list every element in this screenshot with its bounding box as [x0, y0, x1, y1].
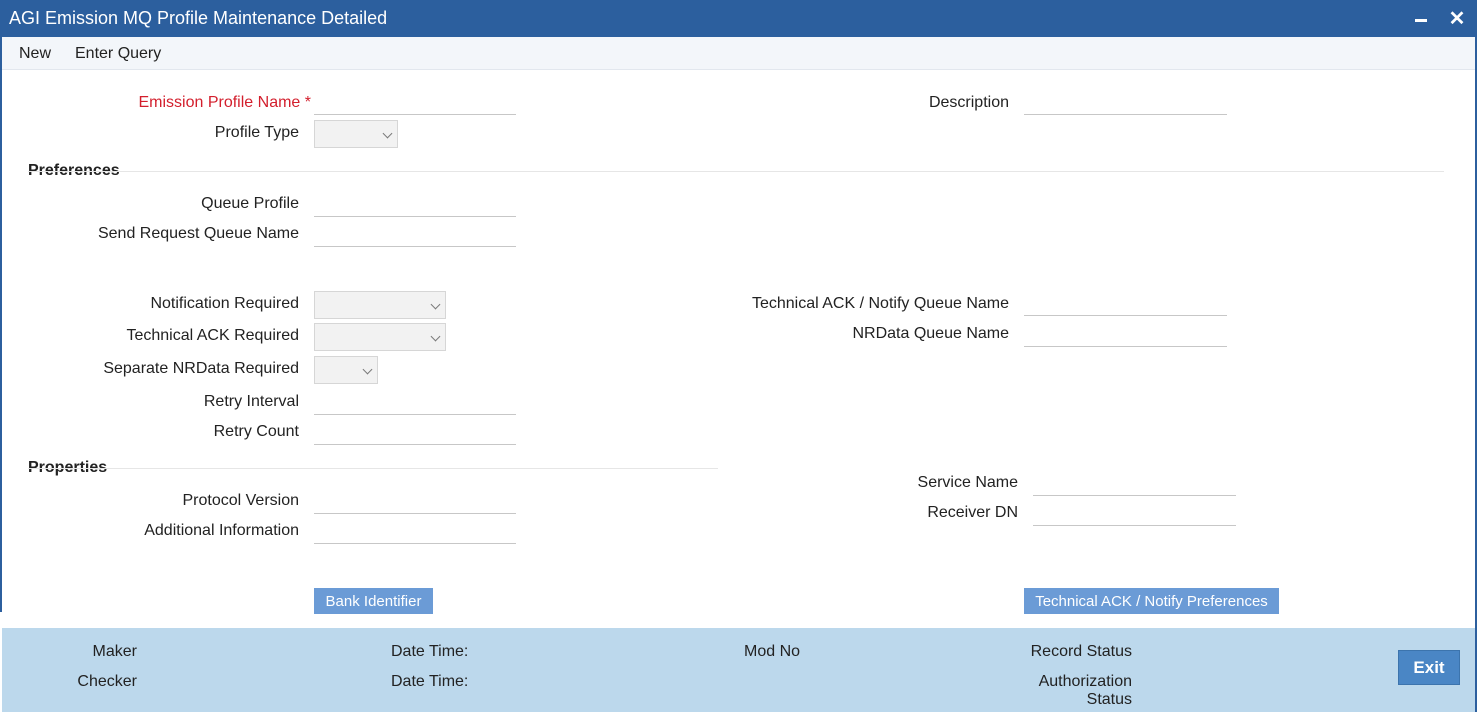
- menu-bar: New Enter Query: [2, 37, 1475, 70]
- queue-profile-input[interactable]: [314, 193, 516, 217]
- receiver-dn-label: Receiver DN: [927, 504, 1018, 521]
- emission-profile-name-label-text: Emission Profile Name: [138, 94, 301, 111]
- close-icon: ✕: [1448, 7, 1466, 30]
- close-button[interactable]: ✕: [1442, 0, 1472, 37]
- technical-ack-notify-queue-name-label: Technical ACK / Notify Queue Name: [751, 295, 1009, 312]
- chevron-down-icon: [430, 299, 441, 310]
- chevron-down-icon: [362, 364, 373, 375]
- notification-required-label: Notification Required: [150, 295, 299, 312]
- chevron-down-icon: [382, 128, 393, 139]
- window-frame-left: [0, 37, 2, 612]
- retry-interval-input[interactable]: [314, 391, 516, 415]
- checker-label: Checker: [77, 673, 137, 690]
- notification-required-select[interactable]: [314, 291, 446, 319]
- preferences-divider: [28, 171, 1444, 172]
- authorization-status-line2: Status: [1086, 691, 1132, 708]
- retry-count-label: Retry Count: [213, 423, 299, 440]
- additional-information-input[interactable]: [314, 520, 516, 544]
- mod-no-label: Mod No: [744, 643, 801, 660]
- receiver-dn-input[interactable]: [1033, 502, 1236, 526]
- emission-profile-name-input[interactable]: [314, 91, 516, 115]
- minimize-icon: [1415, 19, 1427, 22]
- profile-type-label: Profile Type: [214, 124, 299, 141]
- nrdata-queue-name-label: NRData Queue Name: [852, 325, 1009, 342]
- nrdata-queue-name-input[interactable]: [1024, 323, 1227, 347]
- separate-nrdata-required-label: Separate NRData Required: [103, 360, 299, 377]
- additional-information-label: Additional Information: [144, 522, 299, 539]
- technical-ack-required-select[interactable]: [314, 323, 446, 351]
- chevron-down-icon: [430, 331, 441, 342]
- bank-identifier-button[interactable]: Bank Identifier: [314, 588, 433, 614]
- window-title: AGI Emission MQ Profile Maintenance Deta…: [9, 8, 388, 28]
- menu-enter-query[interactable]: Enter Query: [75, 45, 161, 63]
- send-request-queue-name-label: Send Request Queue Name: [97, 225, 299, 242]
- technical-ack-notify-preferences-button[interactable]: Technical ACK / Notify Preferences: [1024, 588, 1279, 614]
- audit-footer: Maker Checker Date Time: Date Time: Mod …: [2, 628, 1475, 712]
- emission-profile-name-label: Emission Profile Name *: [138, 94, 311, 112]
- separate-nrdata-required-select[interactable]: [314, 356, 378, 384]
- send-request-queue-name-input[interactable]: [314, 223, 516, 247]
- profile-type-select[interactable]: [314, 120, 398, 148]
- description-label: Description: [928, 94, 1009, 111]
- retry-interval-label: Retry Interval: [203, 393, 299, 410]
- maker-date-time-label: Date Time:: [391, 643, 469, 660]
- retry-count-input[interactable]: [314, 421, 516, 445]
- title-bar: AGI Emission MQ Profile Maintenance Deta…: [0, 0, 1477, 37]
- protocol-version-label: Protocol Version: [182, 492, 299, 509]
- authorization-status-label: Authorization Status: [1039, 673, 1132, 709]
- checker-date-time-label: Date Time:: [391, 673, 469, 690]
- authorization-status-line1: Authorization: [1038, 673, 1132, 690]
- description-input[interactable]: [1024, 91, 1227, 115]
- record-status-label: Record Status: [1030, 643, 1132, 660]
- service-name-label: Service Name: [917, 474, 1018, 491]
- queue-profile-label: Queue Profile: [201, 195, 299, 212]
- technical-ack-required-label: Technical ACK Required: [126, 327, 299, 344]
- maker-label: Maker: [92, 643, 137, 660]
- minimize-button[interactable]: [1406, 0, 1436, 37]
- exit-button[interactable]: Exit: [1398, 650, 1460, 685]
- service-name-input[interactable]: [1033, 472, 1236, 496]
- required-marker: *: [304, 94, 311, 111]
- properties-divider: [28, 468, 718, 469]
- menu-new[interactable]: New: [19, 45, 51, 63]
- technical-ack-notify-queue-name-input[interactable]: [1024, 292, 1227, 316]
- protocol-version-input[interactable]: [314, 490, 516, 514]
